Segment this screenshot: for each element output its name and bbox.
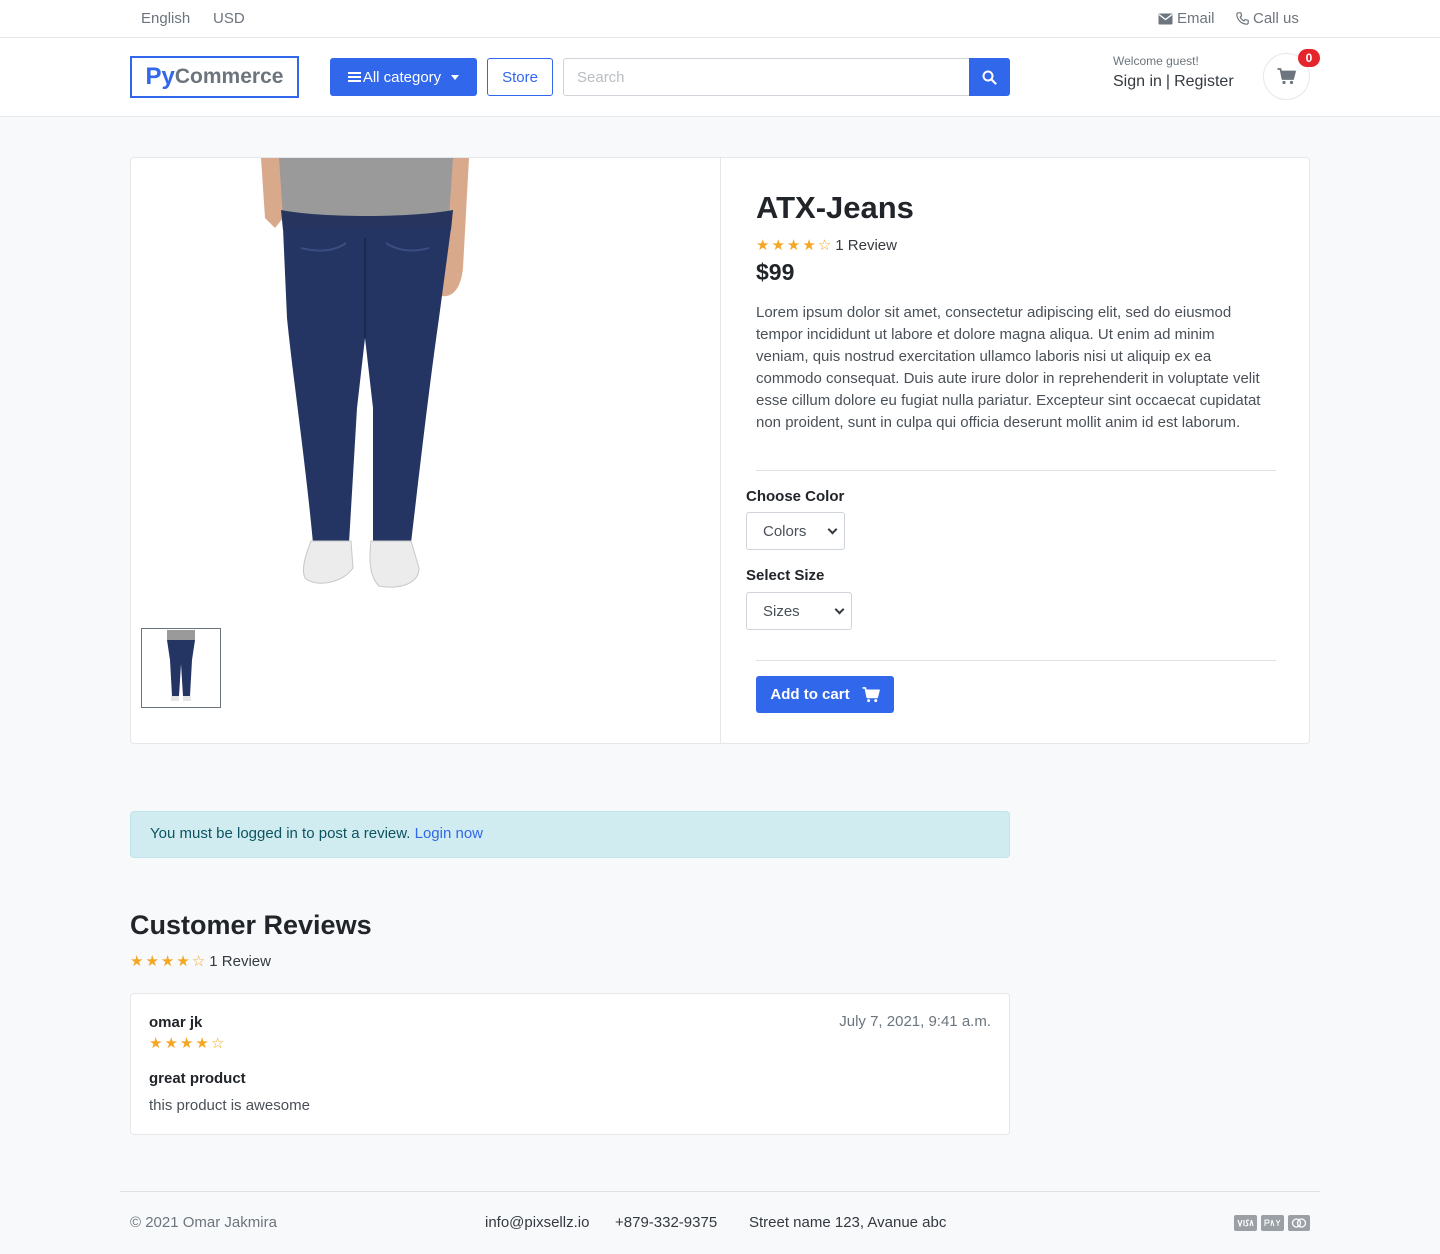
search-icon — [982, 70, 997, 85]
login-now-link[interactable]: Login now — [415, 825, 483, 842]
review-author: omar jk — [149, 1014, 203, 1031]
review-body: this product is awesome — [149, 1097, 310, 1114]
divider — [756, 470, 1276, 471]
color-select[interactable]: Colors — [746, 512, 845, 550]
currency-selector[interactable]: USD — [213, 10, 245, 27]
star-filled-icon: ★ — [195, 1035, 209, 1052]
logo[interactable]: Py Commerce — [130, 56, 299, 98]
header: PyCommerce All category Store Welcome gu… — [0, 38, 1440, 117]
star-filled-icon: ★ — [160, 953, 175, 970]
reviews-title: Customer Reviews — [130, 910, 372, 940]
copyright: © 2021 Omar Jakmira — [130, 1214, 277, 1231]
login-alert: You must be logged in to post a review. … — [130, 811, 1010, 858]
welcome-text: Welcome guest! — [1113, 54, 1199, 68]
footer-divider — [120, 1191, 1320, 1192]
alert-text: You must be logged in to post a review. — [150, 825, 411, 842]
review-date: July 7, 2021, 9:41 a.m. — [839, 1013, 991, 1030]
envelope-icon — [1158, 13, 1173, 24]
visa-icon — [1234, 1215, 1257, 1231]
language-selector[interactable]: English — [141, 10, 190, 27]
all-category-label: All category — [362, 68, 442, 86]
menu-icon — [347, 72, 361, 82]
caret-down-icon — [451, 74, 460, 80]
phone-icon — [1236, 12, 1249, 25]
auth-separator: | — [1165, 73, 1171, 90]
star-filled-icon: ★ — [145, 953, 159, 970]
size-select-value: Sizes — [763, 602, 800, 620]
star-filled-icon: ★ — [164, 1035, 178, 1052]
cart-icon — [862, 686, 880, 702]
review-card: omar jk ★ ★ ★ ★ ☆ July 7, 2021, 9:41 a.m. gr… — [130, 993, 1010, 1135]
rating-stars: ★ ★ ★ ★ ☆ — [130, 954, 205, 969]
star-filled-icon: ★ — [802, 237, 816, 254]
star-filled-icon: ★ — [130, 953, 144, 970]
size-select[interactable]: Sizes — [746, 592, 852, 630]
star-filled-icon: ★ — [771, 237, 785, 254]
store-button[interactable]: Store — [487, 58, 553, 96]
paypal-icon — [1261, 1215, 1284, 1231]
chevron-down-icon — [827, 524, 838, 535]
review-count[interactable]: 1 Review — [835, 237, 897, 254]
star-filled-icon: ★ — [149, 1035, 163, 1052]
star-filled-icon: ★ — [179, 1035, 194, 1052]
call-label: Call us — [1253, 10, 1299, 27]
register-link[interactable]: Register — [1174, 73, 1234, 91]
star-filled-icon: ★ — [786, 237, 801, 254]
product-description: Lorem ipsum dolor sit amet, consectetur … — [756, 304, 1261, 431]
mastercard-icon — [1288, 1215, 1310, 1231]
color-select-value: Colors — [763, 522, 807, 540]
divider — [756, 660, 1276, 661]
cart-count-badge: 0 — [1298, 49, 1320, 67]
reviews-summary: ★ ★ ★ ★ ☆ 1 Review — [130, 953, 271, 970]
product-main-image[interactable] — [261, 158, 471, 608]
thumbnail-image — [167, 630, 195, 701]
top-bar: English USD Email Call us — [0, 0, 1440, 38]
add-to-cart-button[interactable]: Add to cart — [756, 676, 894, 713]
logo-commerce: Commerce — [174, 65, 284, 88]
add-to-cart-label: Add to cart — [770, 686, 850, 703]
search-input[interactable] — [563, 58, 970, 96]
product-gallery — [131, 158, 721, 743]
footer-address: Street name 123, Avanue abc — [749, 1214, 947, 1231]
auth-links: Sign in | Register — [1113, 73, 1234, 91]
product-title: ATX-Jeans — [756, 190, 914, 225]
star-filled-icon: ★ — [176, 953, 190, 970]
cart-icon — [1277, 68, 1296, 85]
star-empty-icon: ☆ — [210, 1035, 225, 1052]
call-link[interactable]: Call us — [1236, 10, 1299, 27]
logo-py: Py — [145, 63, 175, 90]
product-card: ATX-Jeans ★ ★ ★ ★ ☆ 1 Review $99 Lorem ipsum… — [130, 157, 1310, 744]
star-empty-icon: ☆ — [817, 237, 832, 254]
sign-in-link[interactable]: Sign in — [1113, 73, 1162, 91]
search-button[interactable] — [969, 58, 1010, 96]
review-count: 1 Review — [209, 953, 271, 970]
star-filled-icon: ★ — [756, 237, 770, 254]
footer-email[interactable]: info@pixsellz.io — [485, 1214, 589, 1231]
chevron-down-icon — [834, 604, 845, 615]
email-link[interactable]: Email — [1158, 10, 1215, 27]
size-label: Select Size — [746, 567, 825, 584]
star-empty-icon: ☆ — [191, 953, 206, 970]
product-thumbnail[interactable] — [141, 628, 221, 708]
rating-stars: ★ ★ ★ ★ ☆ — [756, 238, 831, 253]
all-category-button[interactable]: All category — [330, 58, 477, 96]
review-stars: ★ ★ ★ ★ ☆ — [149, 1036, 224, 1051]
color-label: Choose Color — [746, 488, 845, 505]
footer-phone[interactable]: +879-332-9375 — [615, 1214, 717, 1231]
email-label: Email — [1177, 10, 1215, 27]
product-rating: ★ ★ ★ ★ ☆ 1 Review — [756, 237, 897, 254]
product-price: $99 — [756, 259, 795, 285]
review-headline: great product — [149, 1070, 246, 1087]
